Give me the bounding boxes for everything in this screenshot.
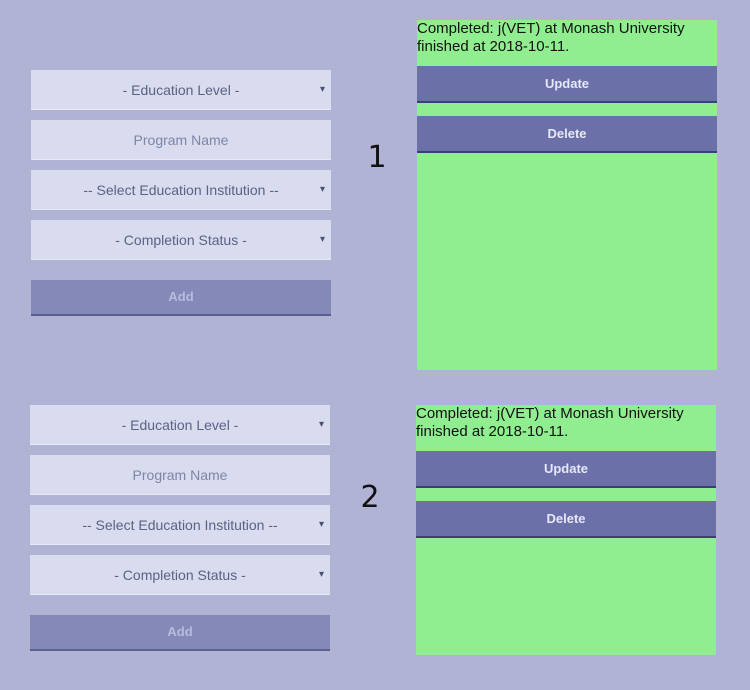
education-level-select[interactable]: - Education Level - ▾ [31, 70, 331, 110]
record-summary: Completed: j(VET) at Monash University f… [416, 405, 716, 441]
panel-number: 1 [367, 140, 387, 175]
chevron-down-icon: ▾ [318, 519, 324, 530]
panel-number: 2 [360, 480, 380, 515]
chevron-down-icon: ▾ [319, 184, 325, 195]
program-name-input[interactable]: Program Name [31, 120, 331, 160]
institution-select[interactable]: -- Select Education Institution -- ▾ [30, 505, 330, 545]
record-summary-line-2: finished at 2018-10-11. [417, 38, 570, 55]
education-level-select[interactable]: - Education Level - ▾ [30, 405, 330, 445]
update-button[interactable]: Update [416, 451, 716, 488]
panel-2: - Education Level - ▾ Program Name -- Se… [0, 335, 750, 680]
institution-value: -- Select Education Institution -- [82, 517, 278, 533]
education-level-value: - Education Level - [121, 417, 239, 433]
panel-1: - Education Level - ▾ Program Name -- Se… [0, 0, 750, 370]
record-summary-line-1: Completed: j(VET) at Monash University [417, 20, 685, 37]
education-record-card-2: Completed: j(VET) at Monash University f… [416, 405, 716, 655]
institution-select[interactable]: -- Select Education Institution -- ▾ [31, 170, 331, 210]
record-summary-line-2: finished at 2018-10-11. [416, 423, 569, 440]
education-level-value: - Education Level - [122, 82, 240, 98]
completion-status-select[interactable]: - Completion Status - ▾ [30, 555, 330, 595]
chevron-down-icon: ▾ [319, 234, 325, 245]
add-button[interactable]: Add [31, 280, 331, 316]
institution-value: -- Select Education Institution -- [83, 182, 279, 198]
program-name-placeholder: Program Name [133, 132, 229, 148]
delete-button[interactable]: Delete [417, 116, 717, 153]
completion-status-value: - Completion Status - [114, 567, 246, 583]
chevron-down-icon: ▾ [318, 419, 324, 430]
update-button[interactable]: Update [417, 66, 717, 103]
record-summary-line-1: Completed: j(VET) at Monash University [416, 405, 684, 422]
delete-button[interactable]: Delete [416, 501, 716, 538]
add-button[interactable]: Add [30, 615, 330, 651]
record-summary: Completed: j(VET) at Monash University f… [417, 20, 717, 56]
program-name-placeholder: Program Name [132, 467, 228, 483]
program-name-input[interactable]: Program Name [30, 455, 330, 495]
education-record-card-1: Completed: j(VET) at Monash University f… [417, 20, 717, 370]
completion-status-value: - Completion Status - [115, 232, 247, 248]
completion-status-select[interactable]: - Completion Status - ▾ [31, 220, 331, 260]
chevron-down-icon: ▾ [319, 84, 325, 95]
chevron-down-icon: ▾ [318, 569, 324, 580]
